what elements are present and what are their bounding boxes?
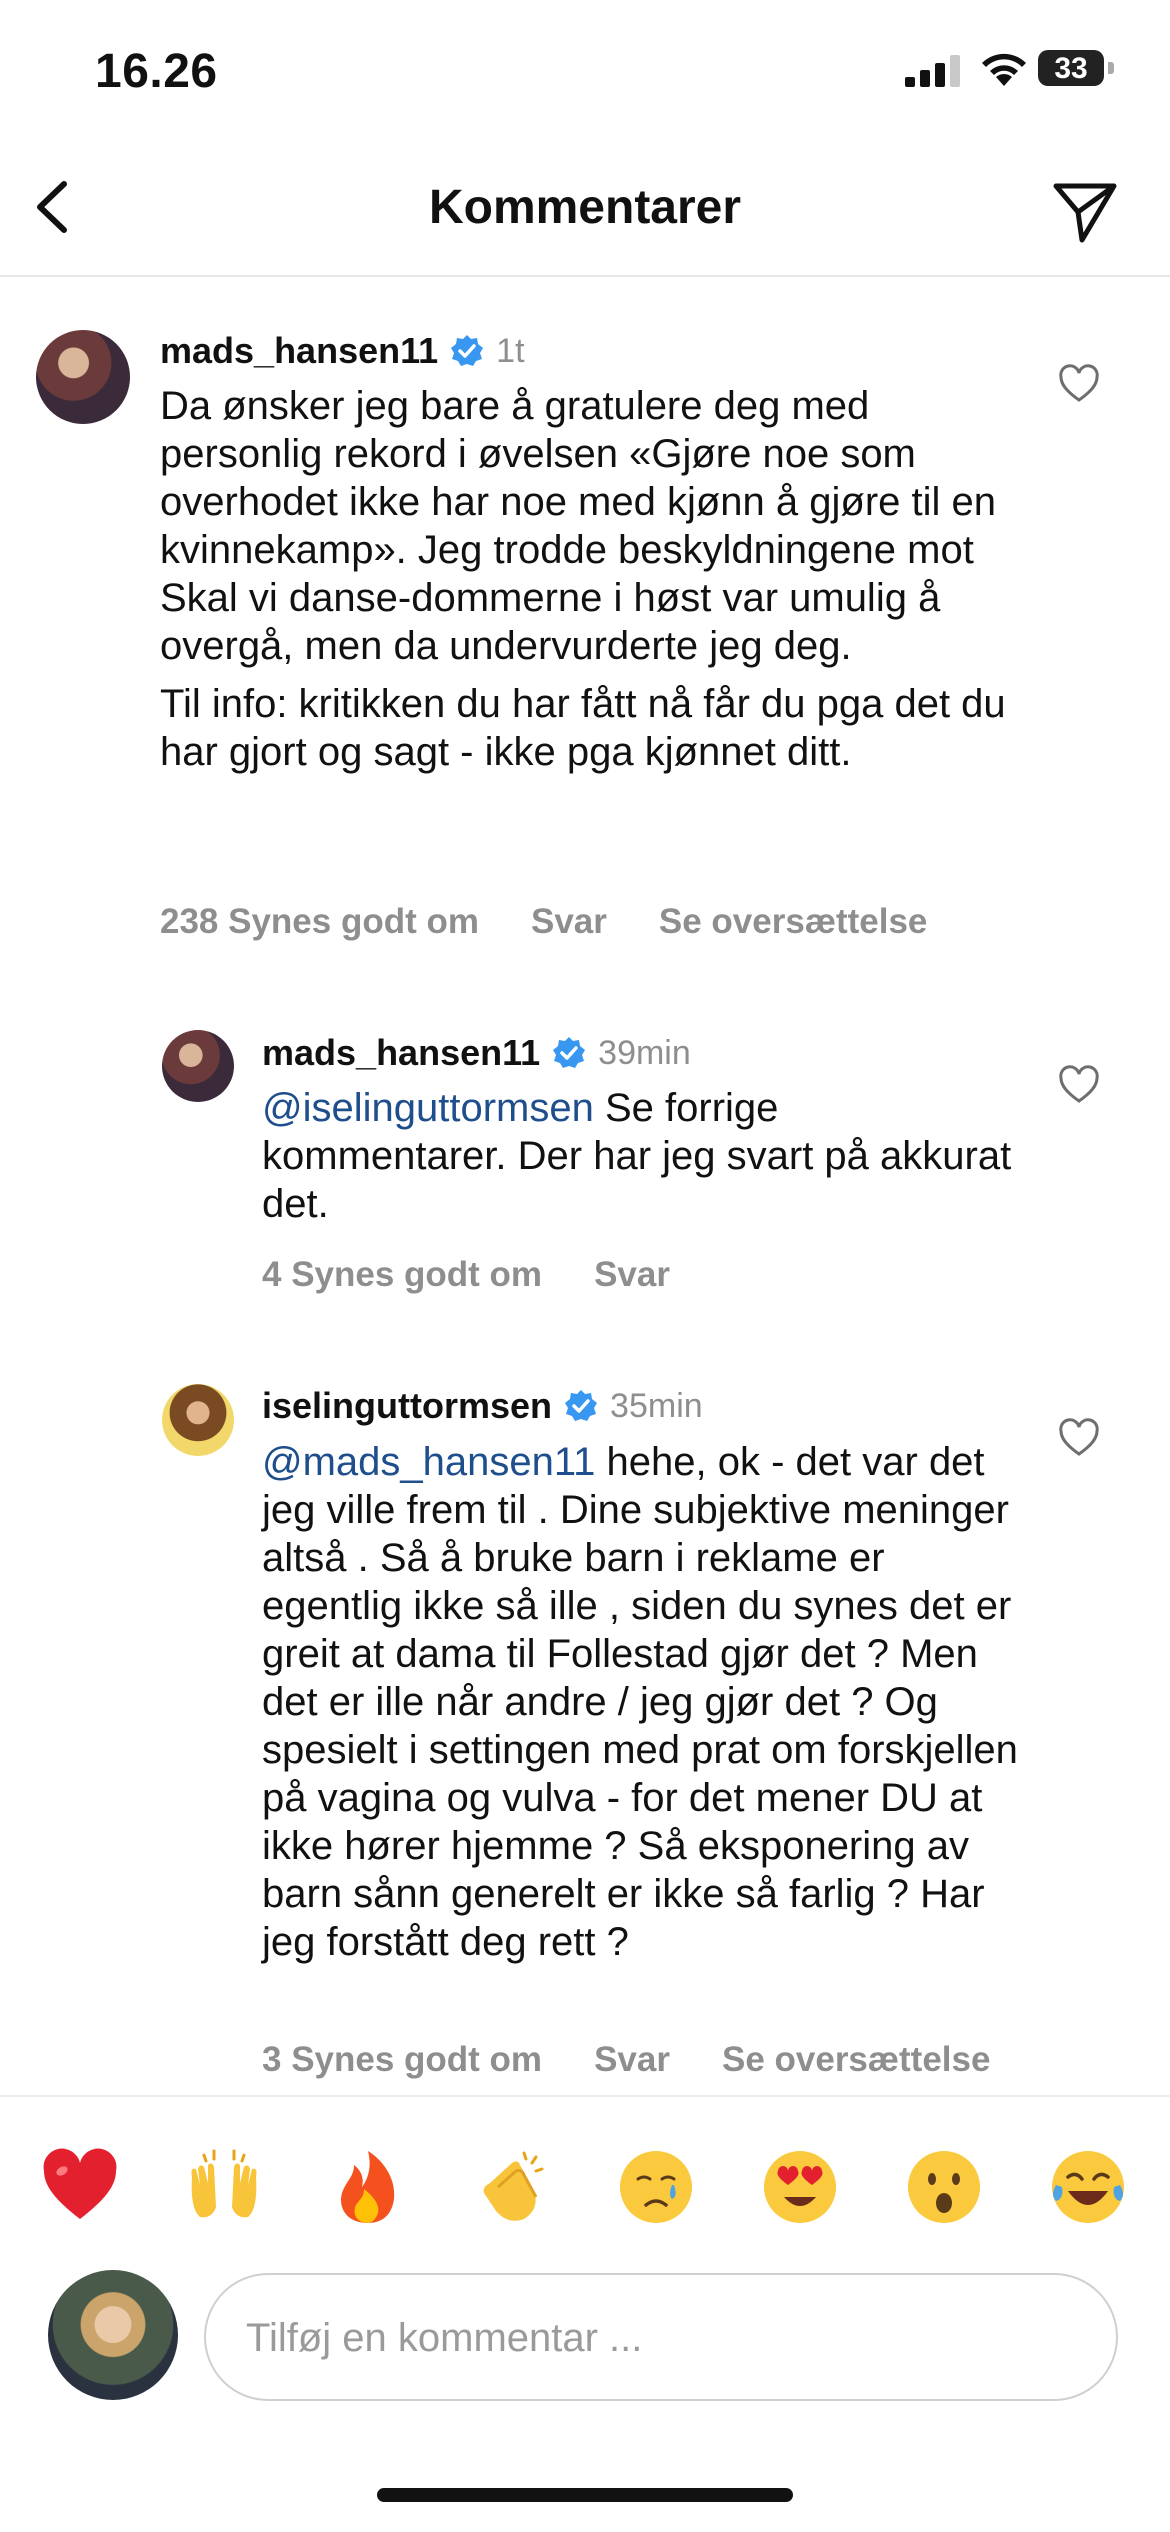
comment-body: @mads_hansen11 hehe, ok - det var det je… xyxy=(262,1438,1022,1966)
likes-count[interactable]: 238 Synes godt om xyxy=(160,902,479,942)
comment-composer xyxy=(204,2273,1118,2401)
comment-actions: 3 Synes godt om Svar Se oversættelse xyxy=(262,2040,990,2080)
tears-of-joy-emoji-icon[interactable] xyxy=(1048,2147,1128,2227)
timestamp: 35min xyxy=(610,1386,703,1425)
like-heart-icon[interactable] xyxy=(1058,1418,1100,1458)
battery-icon: 33 xyxy=(1038,50,1104,86)
mention-link[interactable]: @iselinguttormsen xyxy=(262,1086,594,1130)
comment-text: hehe, ok - det var det jeg ville frem ti… xyxy=(262,1440,1018,1964)
status-time: 16.26 xyxy=(95,45,218,98)
cellular-signal-icon xyxy=(905,55,960,87)
comment-body: @iselinguttormsen Se forrige kommentarer… xyxy=(262,1084,1022,1228)
likes-count[interactable]: 4 Synes godt om xyxy=(262,1255,542,1295)
mention-link[interactable]: @mads_hansen11 xyxy=(262,1440,595,1484)
reply-button[interactable]: Svar xyxy=(594,2040,670,2080)
comment-paragraph: Da ønsker jeg bare å gratulere deg med p… xyxy=(160,384,996,668)
comment-actions: 4 Synes godt om Svar xyxy=(262,1255,670,1295)
comment-body: Da ønsker jeg bare å gratulere deg med p… xyxy=(160,382,1010,776)
translate-button[interactable]: Se oversættelse xyxy=(722,2040,990,2080)
status-bar: 16.26 33 xyxy=(0,0,1170,150)
header: Kommentarer xyxy=(0,150,1170,277)
battery-level: 33 xyxy=(1054,52,1088,85)
timestamp: 39min xyxy=(598,1033,691,1072)
red-heart-emoji-icon[interactable] xyxy=(40,2147,120,2227)
raising-hands-emoji-icon[interactable] xyxy=(184,2147,264,2227)
surprised-face-emoji-icon[interactable] xyxy=(904,2147,984,2227)
clapping-hands-emoji-icon[interactable] xyxy=(472,2147,552,2227)
fire-emoji-icon[interactable] xyxy=(328,2147,408,2227)
username[interactable]: mads_hansen11 xyxy=(160,330,438,372)
send-icon[interactable] xyxy=(1050,176,1120,246)
comment-header: iselinguttormsen 35min xyxy=(262,1385,703,1427)
comment-header: mads_hansen11 1t xyxy=(160,330,525,372)
home-indicator xyxy=(377,2488,793,2502)
avatar[interactable] xyxy=(162,1384,234,1456)
username[interactable]: mads_hansen11 xyxy=(262,1032,540,1074)
like-heart-icon[interactable] xyxy=(1058,1065,1100,1105)
battery-cap xyxy=(1108,62,1114,74)
wifi-icon xyxy=(982,53,1026,86)
verified-badge-icon xyxy=(565,1390,598,1421)
comment-input[interactable] xyxy=(244,2275,1088,2401)
username[interactable]: iselinguttormsen xyxy=(262,1385,552,1427)
avatar[interactable] xyxy=(36,330,130,424)
reply-button[interactable]: Svar xyxy=(594,1255,670,1295)
translate-button[interactable]: Se oversættelse xyxy=(659,902,927,942)
timestamp: 1t xyxy=(496,331,525,370)
avatar[interactable] xyxy=(162,1030,234,1102)
quick-reactions-bar xyxy=(0,2095,1170,2267)
verified-badge-icon xyxy=(553,1037,586,1068)
comment-actions: 238 Synes godt om Svar Se oversættelse xyxy=(160,902,927,942)
like-heart-icon[interactable] xyxy=(1058,364,1100,404)
current-user-avatar xyxy=(48,2270,178,2400)
comment-header: mads_hansen11 39min xyxy=(262,1032,691,1074)
verified-badge-icon xyxy=(451,335,484,366)
likes-count[interactable]: 3 Synes godt om xyxy=(262,2040,542,2080)
page-title: Kommentarer xyxy=(428,181,742,234)
reply-button[interactable]: Svar xyxy=(531,902,607,942)
comment-paragraph: Til info: kritikken du har fått nå får d… xyxy=(160,682,1006,774)
crying-face-emoji-icon[interactable] xyxy=(616,2147,696,2227)
heart-eyes-emoji-icon[interactable] xyxy=(760,2147,840,2227)
